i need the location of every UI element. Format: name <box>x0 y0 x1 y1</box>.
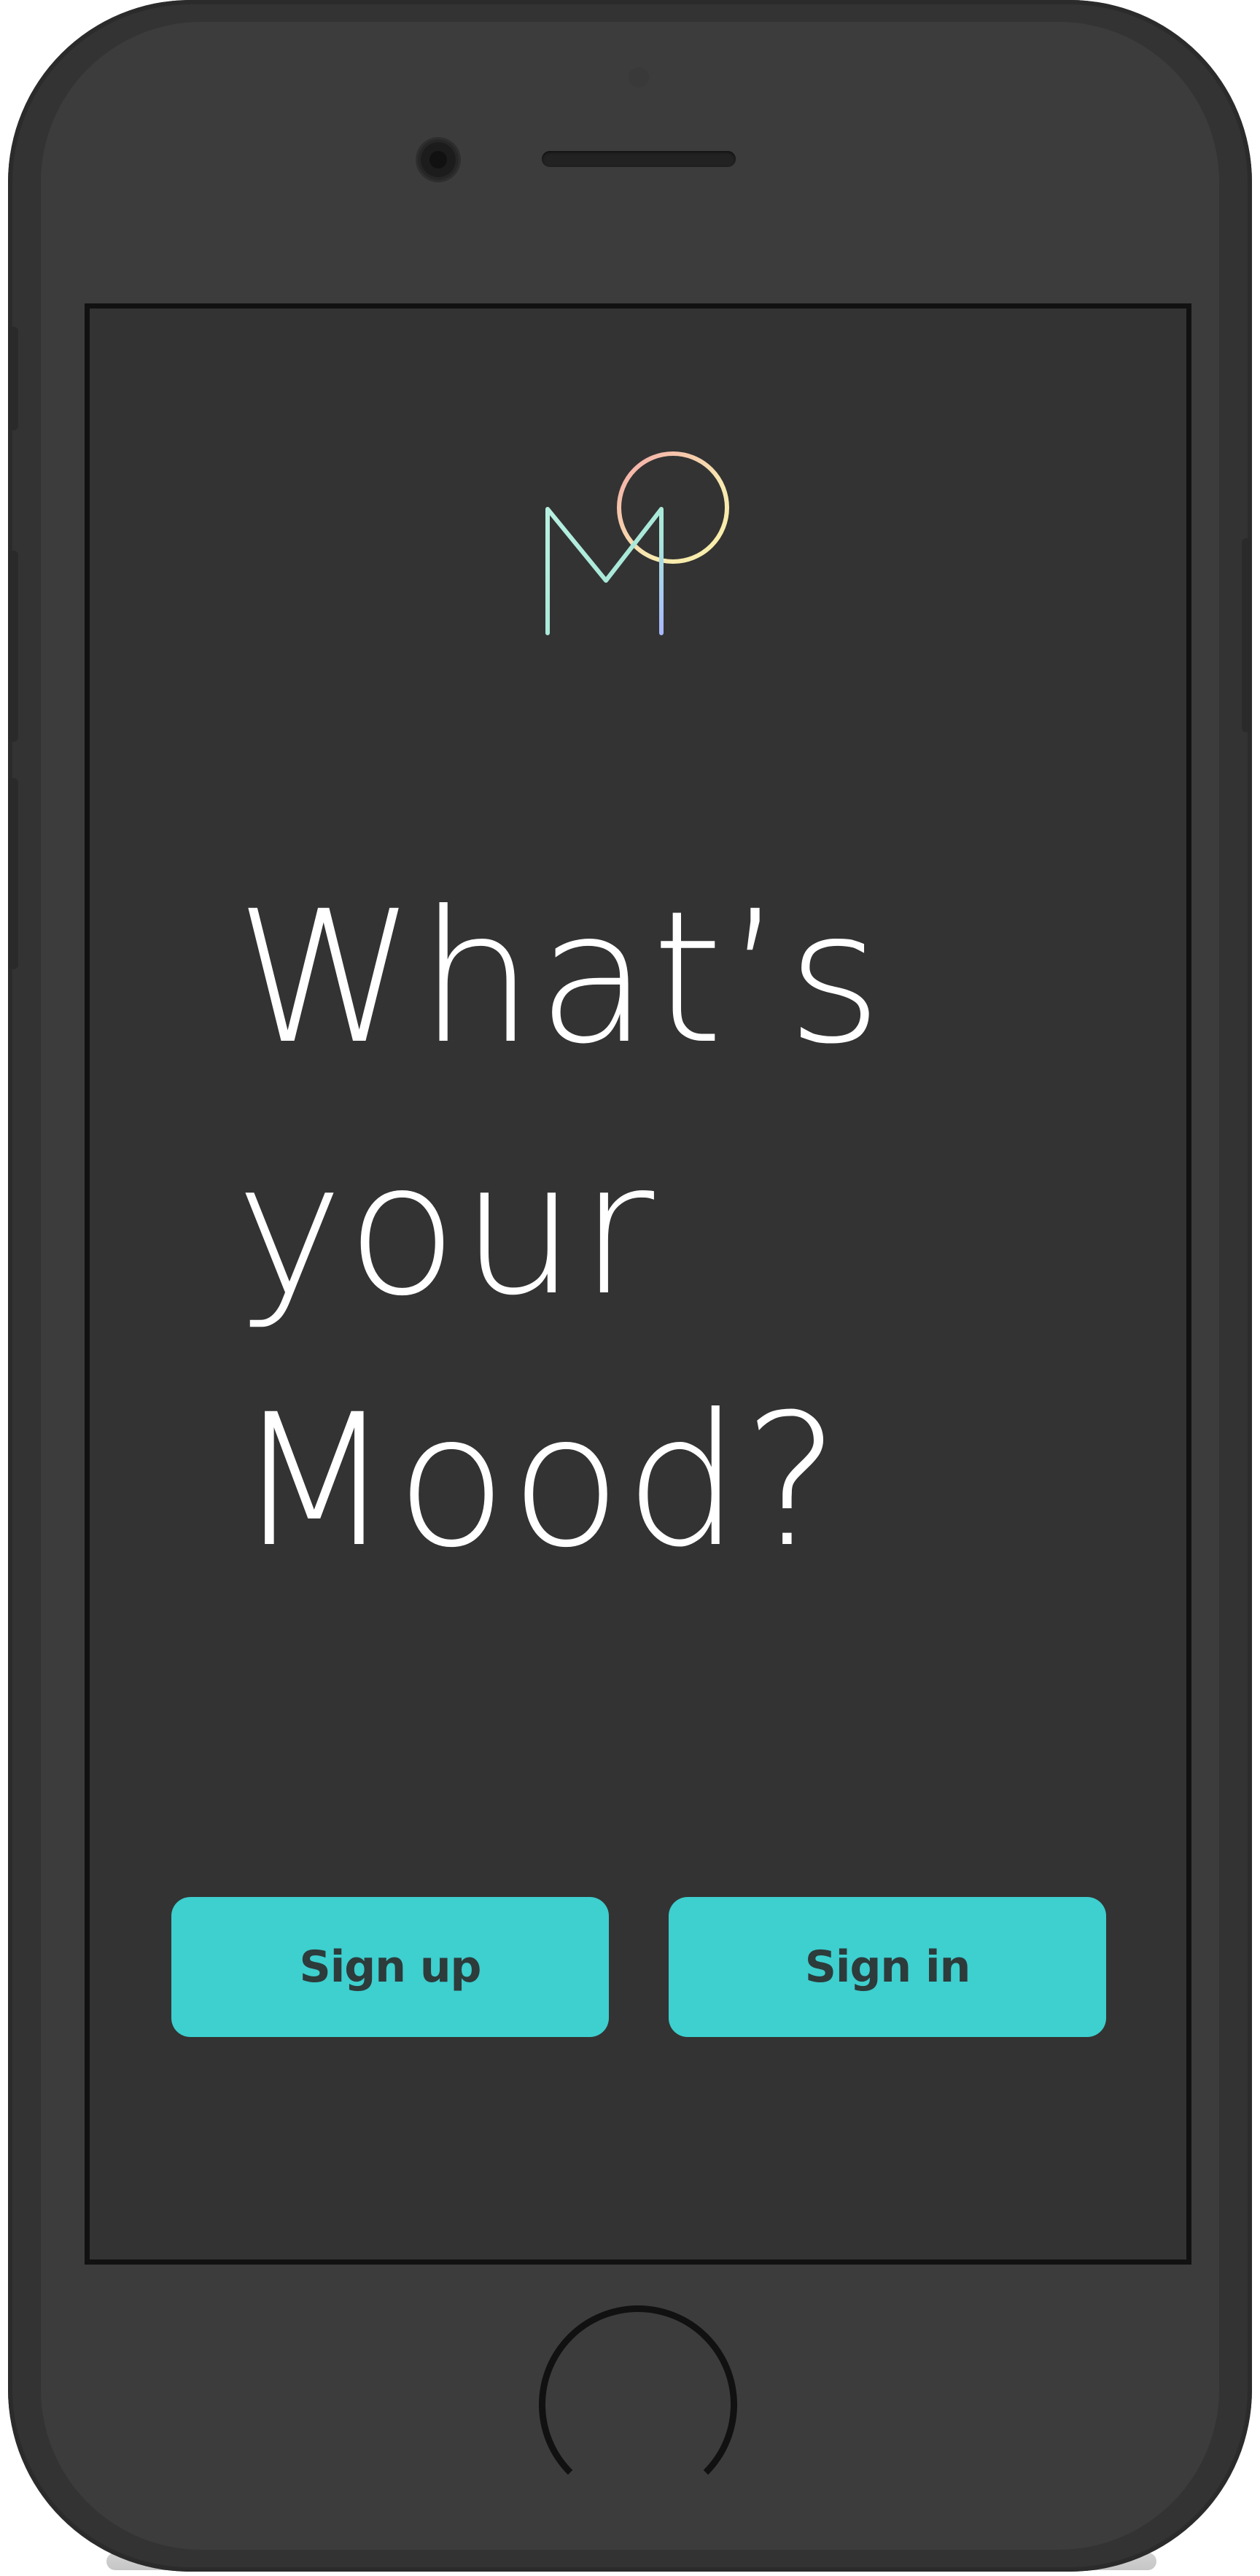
power-button <box>1242 538 1252 732</box>
mood-logo-icon <box>545 451 729 635</box>
sign-up-button[interactable]: Sign up <box>171 1897 609 2037</box>
volume-up-button <box>8 551 18 742</box>
volume-down-button <box>8 778 18 969</box>
earpiece-speaker-icon <box>542 151 736 167</box>
device-mockup: What’s your Mood? Sign up Sign in <box>0 0 1260 2576</box>
headline: What’s your Mood? <box>236 852 885 1607</box>
sign-in-button[interactable]: Sign in <box>669 1897 1106 2037</box>
mute-switch <box>8 327 18 430</box>
headline-line-2: your <box>236 1123 658 1335</box>
front-camera-icon <box>418 139 459 180</box>
phone-body: What’s your Mood? Sign up Sign in <box>8 0 1252 2572</box>
proximity-sensor <box>629 67 649 88</box>
app-screen: What’s your Mood? Sign up Sign in <box>85 303 1191 2265</box>
home-button-icon[interactable] <box>539 2305 737 2504</box>
headline-line-1: What’s <box>236 872 885 1084</box>
headline-line-3: Mood? <box>236 1375 843 1587</box>
